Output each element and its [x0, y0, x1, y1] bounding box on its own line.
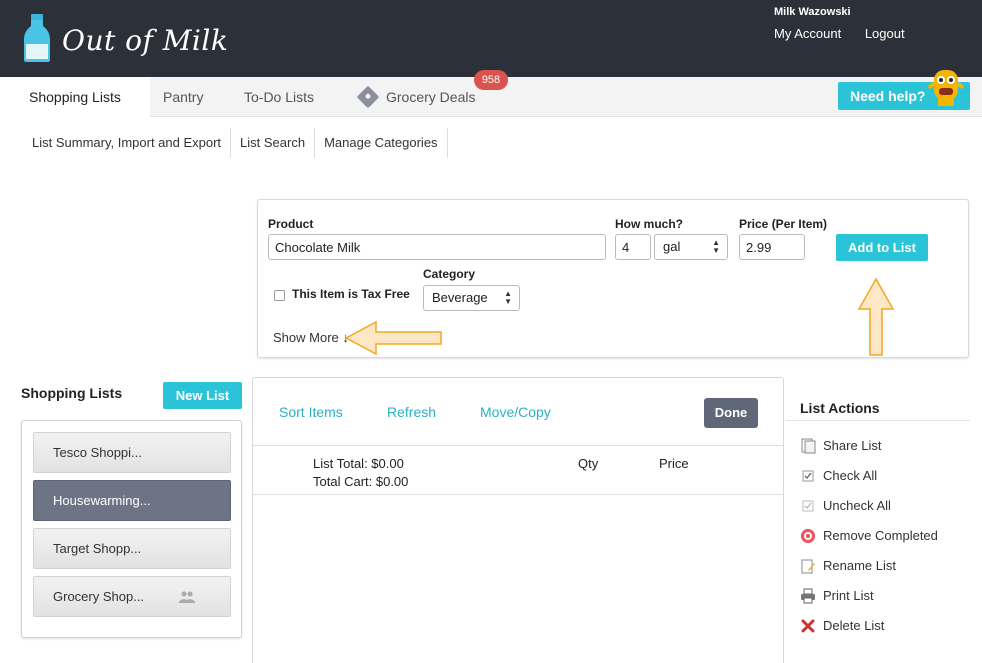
show-more-link[interactable]: Show More ↓	[273, 330, 349, 345]
top-header: Out of Milk Milk Wazowski My Account Log…	[0, 0, 982, 77]
my-account-link[interactable]: My Account	[774, 26, 841, 41]
quantity-input[interactable]	[615, 234, 651, 260]
logo-text: Out of Milk	[62, 24, 229, 57]
check-all-label: Check All	[823, 468, 878, 483]
list-content-panel: Sort Items Refresh Move/Copy Done List T…	[252, 377, 784, 663]
share-list-label: Share List	[823, 438, 882, 453]
add-to-list-button[interactable]: Add to List	[836, 234, 928, 261]
price-label: Price (Per Item)	[739, 217, 828, 231]
list-total: List Total: $0.00	[313, 456, 404, 471]
unit-select-value: gal	[663, 239, 681, 254]
list-summary-link[interactable]: List Summary, Import and Export	[22, 128, 232, 158]
user-name: Milk Wazowski	[774, 6, 851, 18]
move-copy-link[interactable]: Move/Copy	[480, 404, 551, 420]
sort-items-link[interactable]: Sort Items	[279, 404, 343, 420]
share-icon	[801, 438, 816, 454]
list-item-grocery-label: Grocery Shop...	[53, 589, 145, 604]
product-label: Product	[268, 217, 314, 231]
list-actions-divider	[786, 420, 970, 421]
tab-shopping-lists[interactable]: Shopping Lists	[0, 77, 150, 118]
tab-grocery-deals[interactable]: Grocery Deals	[356, 77, 476, 117]
manage-categories-link[interactable]: Manage Categories	[315, 128, 448, 158]
price-input[interactable]	[739, 234, 805, 260]
remove-completed-icon	[801, 529, 815, 543]
printer-icon	[801, 588, 815, 604]
tab-grocery-deals-label: Grocery Deals	[386, 89, 476, 105]
total-cart: Total Cart: $0.00	[313, 474, 409, 489]
print-list-label: Print List	[823, 588, 874, 603]
category-label: Category	[423, 267, 476, 281]
delete-list-label: Delete List	[823, 618, 885, 633]
select-arrows-icon: ▲ ▼	[504, 289, 512, 306]
shared-people-icon	[179, 591, 195, 603]
list-item-housewarming[interactable]: Housewarming...	[33, 480, 231, 521]
qty-column-header: Qty	[578, 456, 599, 471]
refresh-link[interactable]: Refresh	[387, 404, 436, 420]
list-item-grocery[interactable]: Grocery Shop...	[33, 576, 231, 617]
tab-pantry[interactable]: Pantry	[163, 77, 203, 117]
uncheck-all-icon	[802, 500, 814, 512]
category-select-value: Beverage	[432, 290, 488, 305]
sub-nav: List Summary, Import and Export List Sea…	[22, 128, 448, 158]
check-all-icon	[802, 470, 814, 482]
milk-bottle-icon	[24, 14, 50, 62]
select-arrows-icon: ▲ ▼	[712, 238, 720, 255]
delete-x-icon	[801, 619, 815, 633]
logout-link[interactable]: Logout	[865, 26, 905, 41]
done-button[interactable]: Done	[704, 398, 758, 428]
price-column-header: Price	[659, 456, 689, 471]
tab-to-do-lists[interactable]: To-Do Lists	[244, 77, 314, 117]
tax-free-label: This Item is Tax Free	[292, 287, 410, 301]
rename-icon	[801, 559, 815, 574]
how-much-label: How much?	[615, 217, 683, 231]
new-list-button[interactable]: New List	[163, 382, 242, 409]
user-area: Milk Wazowski My Account Logout	[774, 6, 974, 41]
shopping-lists-heading: Shopping Lists	[21, 385, 123, 401]
list-totals-header: List Total: $0.00 Total Cart: $0.00 Qty …	[253, 445, 783, 495]
brand-logo[interactable]: Out of Milk	[24, 14, 244, 64]
annotation-arrow-up-icon	[857, 277, 895, 356]
list-item-target[interactable]: Target Shopp...	[33, 528, 231, 569]
list-search-link[interactable]: List Search	[231, 128, 316, 158]
category-select[interactable]: Beverage ▲ ▼	[423, 285, 520, 311]
rename-list-label: Rename List	[823, 558, 896, 573]
annotation-arrow-left-icon	[344, 320, 442, 356]
shopping-lists-panel: Tesco Shoppi... Housewarming... Target S…	[21, 420, 242, 638]
unit-select[interactable]: gal ▲ ▼	[654, 234, 728, 260]
list-item-tesco[interactable]: Tesco Shoppi...	[33, 432, 231, 473]
mascot-icon	[928, 70, 964, 106]
deals-count-badge: 958	[474, 70, 508, 90]
uncheck-all-label: Uncheck All	[823, 498, 891, 513]
tax-free-checkbox[interactable]	[274, 290, 285, 301]
remove-completed-label: Remove Completed	[823, 528, 938, 543]
tag-icon	[356, 85, 380, 109]
list-actions-heading: List Actions	[800, 400, 880, 416]
product-input[interactable]	[268, 234, 606, 260]
